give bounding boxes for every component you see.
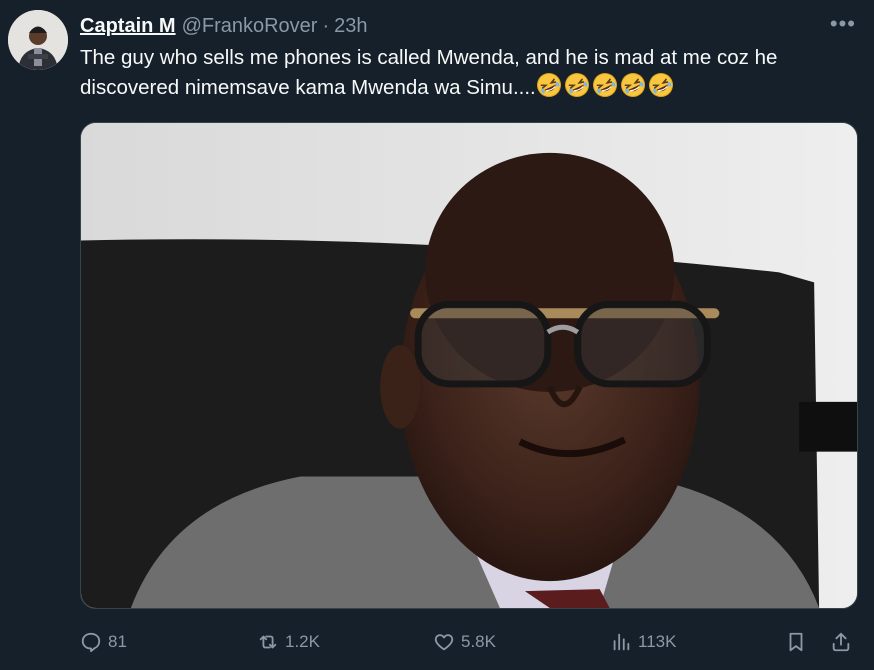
heart-icon (434, 634, 454, 651)
bookmark-button[interactable] (785, 626, 807, 658)
more-options-icon: ••• (829, 11, 856, 36)
tweet-text-block: The guy who sells me phones is called Mw… (80, 44, 865, 102)
photo-man-with-glasses (81, 123, 857, 608)
share-icon (832, 632, 850, 652)
tweet-meta: @FrankoRover · 23h (182, 13, 368, 39)
repost-button[interactable]: 1.2K (257, 626, 320, 658)
meta-separator: · (322, 15, 330, 37)
rolling-on-floor-laughing-emoji (536, 73, 561, 97)
tweet-media-image[interactable] (80, 122, 858, 609)
share-button[interactable] (830, 626, 852, 658)
repost-count: 1.2K (285, 632, 320, 651)
rolling-on-floor-laughing-emoji (592, 73, 617, 97)
like-button[interactable]: 5.8K (433, 626, 496, 658)
tweet-header: Captain M @FrankoRover · 23h (80, 13, 368, 39)
reply-count: 81 (108, 632, 127, 651)
like-count: 5.8K (461, 632, 496, 651)
avatar[interactable] (8, 10, 68, 70)
views-bar-chart-icon (613, 633, 630, 651)
emoji-row (536, 72, 674, 98)
reply-icon (81, 632, 101, 653)
rolling-on-floor-laughing-emoji (648, 73, 673, 97)
views-button[interactable]: 113K (610, 626, 676, 658)
rolling-on-floor-laughing-emoji (564, 73, 589, 97)
rolling-on-floor-laughing-emoji (620, 73, 645, 97)
more-options-button[interactable]: ••• (829, 11, 856, 36)
tweet-timestamp[interactable]: 23h (334, 13, 367, 39)
view-count: 113K (638, 632, 677, 651)
avatar-person-icon (8, 10, 68, 70)
bookmark-icon (789, 632, 803, 652)
author-handle[interactable]: @FrankoRover (182, 13, 318, 39)
reply-button[interactable]: 81 (80, 626, 127, 658)
author-name[interactable]: Captain M (80, 13, 176, 39)
tweet-action-bar: 81 1.2K 5.8K 113K (80, 626, 860, 658)
repost-icon (259, 635, 277, 649)
